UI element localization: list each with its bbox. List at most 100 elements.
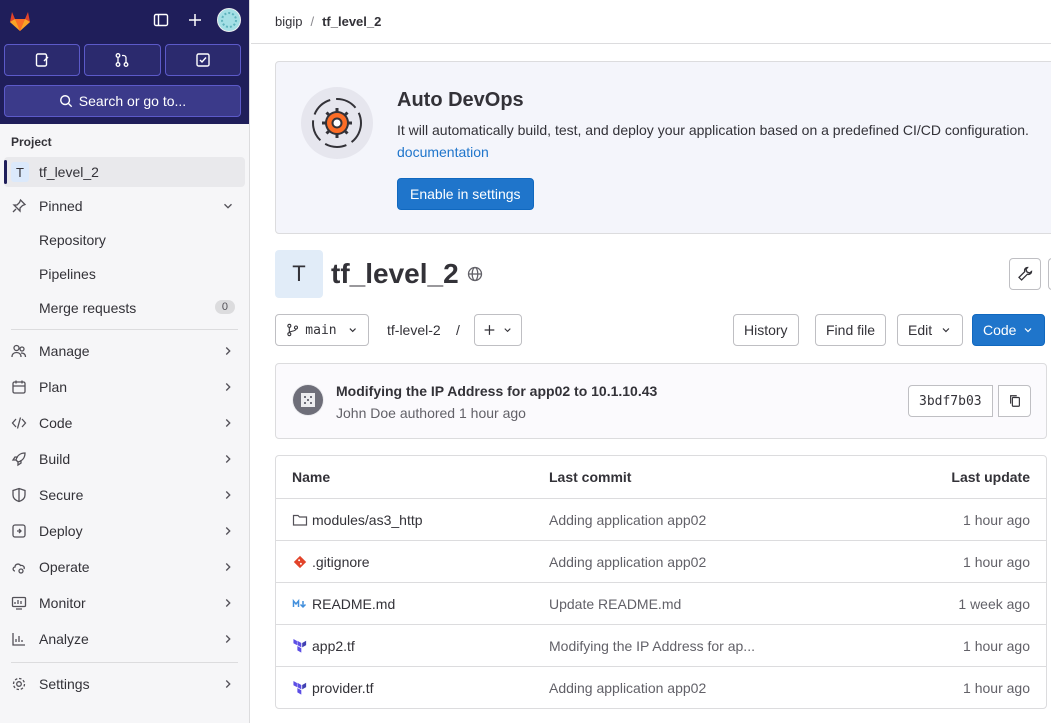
sidebar-item-analyze[interactable]: Analyze bbox=[4, 624, 245, 654]
sidebar-item-monitor[interactable]: Monitor bbox=[4, 588, 245, 618]
plus-icon bbox=[484, 325, 495, 335]
code-label: Code bbox=[983, 322, 1017, 338]
branch-icon bbox=[287, 323, 299, 337]
project-avatar: T bbox=[275, 250, 323, 298]
pin-icon bbox=[11, 198, 27, 214]
last-commit-link[interactable]: Adding application app02 bbox=[549, 680, 706, 696]
last-commit-link[interactable]: Modifying the IP Address for ap... bbox=[549, 638, 755, 654]
search-label: Search or go to... bbox=[78, 93, 187, 109]
auto-devops-gear-icon bbox=[301, 87, 373, 159]
chevron-right-icon bbox=[225, 563, 231, 571]
file-name-link[interactable]: README.md bbox=[312, 596, 395, 612]
commit-title-link[interactable]: Modifying the IP Address for app02 to 10… bbox=[336, 383, 657, 399]
chevron-right-icon bbox=[225, 383, 231, 391]
sidebar-item-deploy[interactable]: Deploy bbox=[4, 516, 245, 546]
history-button[interactable]: History bbox=[733, 314, 799, 346]
breadcrumb: bigip / tf_level_2 bbox=[251, 0, 1051, 44]
sidebar-item-plan[interactable]: Plan bbox=[4, 372, 245, 402]
terraform-icon bbox=[292, 680, 308, 696]
sidebar-item-build[interactable]: Build bbox=[4, 444, 245, 474]
sidebar-divider bbox=[11, 662, 238, 663]
repository-path[interactable]: tf-level-2 bbox=[387, 322, 441, 338]
table-row[interactable]: provider.tf Adding application app02 1 h… bbox=[276, 666, 1046, 708]
copy-sha-button[interactable] bbox=[998, 385, 1031, 417]
plus-icon[interactable] bbox=[183, 8, 207, 32]
auto-devops-description: It will automatically build, test, and d… bbox=[397, 122, 1029, 138]
merge-requests-button[interactable] bbox=[84, 44, 161, 76]
repository-toolbar: main tf-level-2 / History Find file Edit… bbox=[275, 314, 1050, 346]
file-name-link[interactable]: app2.tf bbox=[312, 638, 355, 654]
table-row[interactable]: modules/as3_http Adding application app0… bbox=[276, 498, 1046, 540]
documentation-link[interactable]: documentation bbox=[397, 144, 489, 160]
project-settings-button[interactable] bbox=[1009, 258, 1041, 290]
sidebar-item-merge-requests[interactable]: Merge requests 0 bbox=[4, 293, 245, 323]
sidebar-toggle-icon[interactable] bbox=[149, 8, 173, 32]
last-commit-link[interactable]: Adding application app02 bbox=[549, 512, 706, 528]
breadcrumb-separator: / bbox=[310, 14, 315, 29]
markdown-icon bbox=[292, 596, 308, 612]
main-content: bigip / tf_level_2 Auto DevOps It will a… bbox=[251, 0, 1051, 723]
breadcrumb-project-link[interactable]: tf_level_2 bbox=[322, 14, 381, 29]
edit-label: Edit bbox=[908, 322, 933, 338]
commit-author-avatar[interactable] bbox=[292, 384, 324, 416]
merge-requests-count-badge: 0 bbox=[214, 300, 235, 314]
table-row[interactable]: app2.tf Modifying the IP Address for ap.… bbox=[276, 624, 1046, 666]
chevron-down-icon bbox=[1025, 328, 1032, 333]
user-avatar[interactable] bbox=[217, 8, 241, 32]
merge-request-icon bbox=[116, 53, 129, 67]
monitor-icon bbox=[11, 595, 27, 611]
code-dropdown[interactable]: Code bbox=[972, 314, 1046, 346]
gitlab-logo-icon[interactable] bbox=[7, 8, 33, 34]
globe-icon bbox=[467, 266, 482, 282]
chevron-right-icon bbox=[225, 527, 231, 535]
last-update: 1 hour ago bbox=[963, 679, 1030, 696]
last-commit-panel: Modifying the IP Address for app02 to 10… bbox=[275, 363, 1047, 439]
sidebar-item-settings[interactable]: Settings bbox=[4, 669, 245, 699]
chevron-down-icon bbox=[942, 328, 950, 333]
sidebar-item-manage[interactable]: Manage bbox=[4, 336, 245, 366]
auto-devops-banner: Auto DevOps It will automatically build,… bbox=[275, 61, 1051, 234]
table-row[interactable]: .gitignore Adding application app02 1 ho… bbox=[276, 540, 1046, 582]
breadcrumb-group-link[interactable]: bigip bbox=[275, 14, 302, 29]
sidebar-item-label: Deploy bbox=[39, 523, 83, 539]
sidebar-header: Search or go to... bbox=[0, 0, 249, 124]
find-file-button[interactable]: Find file bbox=[815, 314, 887, 346]
last-commit-link[interactable]: Adding application app02 bbox=[549, 554, 706, 570]
todo-button[interactable] bbox=[164, 44, 241, 76]
chevron-right-icon bbox=[225, 419, 231, 427]
sidebar-item-project[interactable]: T tf_level_2 bbox=[4, 157, 245, 187]
sidebar-item-code[interactable]: Code bbox=[4, 408, 245, 438]
table-row[interactable]: README.md Update README.md 1 week ago bbox=[276, 582, 1046, 624]
commit-meta: John Doe authored 1 hour ago bbox=[336, 405, 526, 421]
users-icon bbox=[11, 343, 27, 359]
file-name-link[interactable]: .gitignore bbox=[312, 554, 370, 570]
chevron-right-icon bbox=[225, 455, 231, 463]
page-title: tf_level_2 bbox=[331, 258, 459, 289]
sidebar-item-label: Analyze bbox=[39, 631, 89, 647]
commit-sha[interactable]: 3bdf7b03 bbox=[908, 385, 993, 417]
file-tree-table: Name Last commit Last update modules/as3… bbox=[275, 455, 1047, 709]
sidebar-item-secure[interactable]: Secure bbox=[4, 480, 245, 510]
search-button[interactable]: Search or go to... bbox=[4, 85, 241, 117]
file-name-link[interactable]: provider.tf bbox=[312, 680, 373, 696]
sidebar-item-pinned[interactable]: Pinned bbox=[4, 191, 245, 221]
branch-selector[interactable]: main bbox=[275, 314, 369, 346]
edit-dropdown[interactable]: Edit bbox=[897, 314, 963, 346]
last-commit-link[interactable]: Update README.md bbox=[549, 596, 681, 612]
column-header-last-update: Last update bbox=[951, 469, 1030, 485]
branch-name: main bbox=[305, 322, 337, 338]
file-name-link[interactable]: modules/as3_http bbox=[312, 512, 423, 528]
issues-button[interactable] bbox=[4, 44, 81, 76]
calendar-icon bbox=[11, 379, 27, 395]
path-separator: / bbox=[456, 322, 460, 338]
project-avatar: T bbox=[11, 162, 29, 182]
folder-icon bbox=[292, 512, 308, 528]
sidebar-item-repository[interactable]: Repository bbox=[4, 225, 245, 255]
code-icon bbox=[11, 415, 27, 431]
sidebar-item-pipelines[interactable]: Pipelines bbox=[4, 259, 245, 289]
enable-in-settings-button[interactable]: Enable in settings bbox=[397, 178, 534, 210]
sidebar-item-operate[interactable]: Operate bbox=[4, 552, 245, 582]
todo-icon bbox=[196, 53, 210, 67]
add-file-dropdown[interactable] bbox=[474, 314, 522, 346]
gear-icon bbox=[11, 676, 27, 692]
